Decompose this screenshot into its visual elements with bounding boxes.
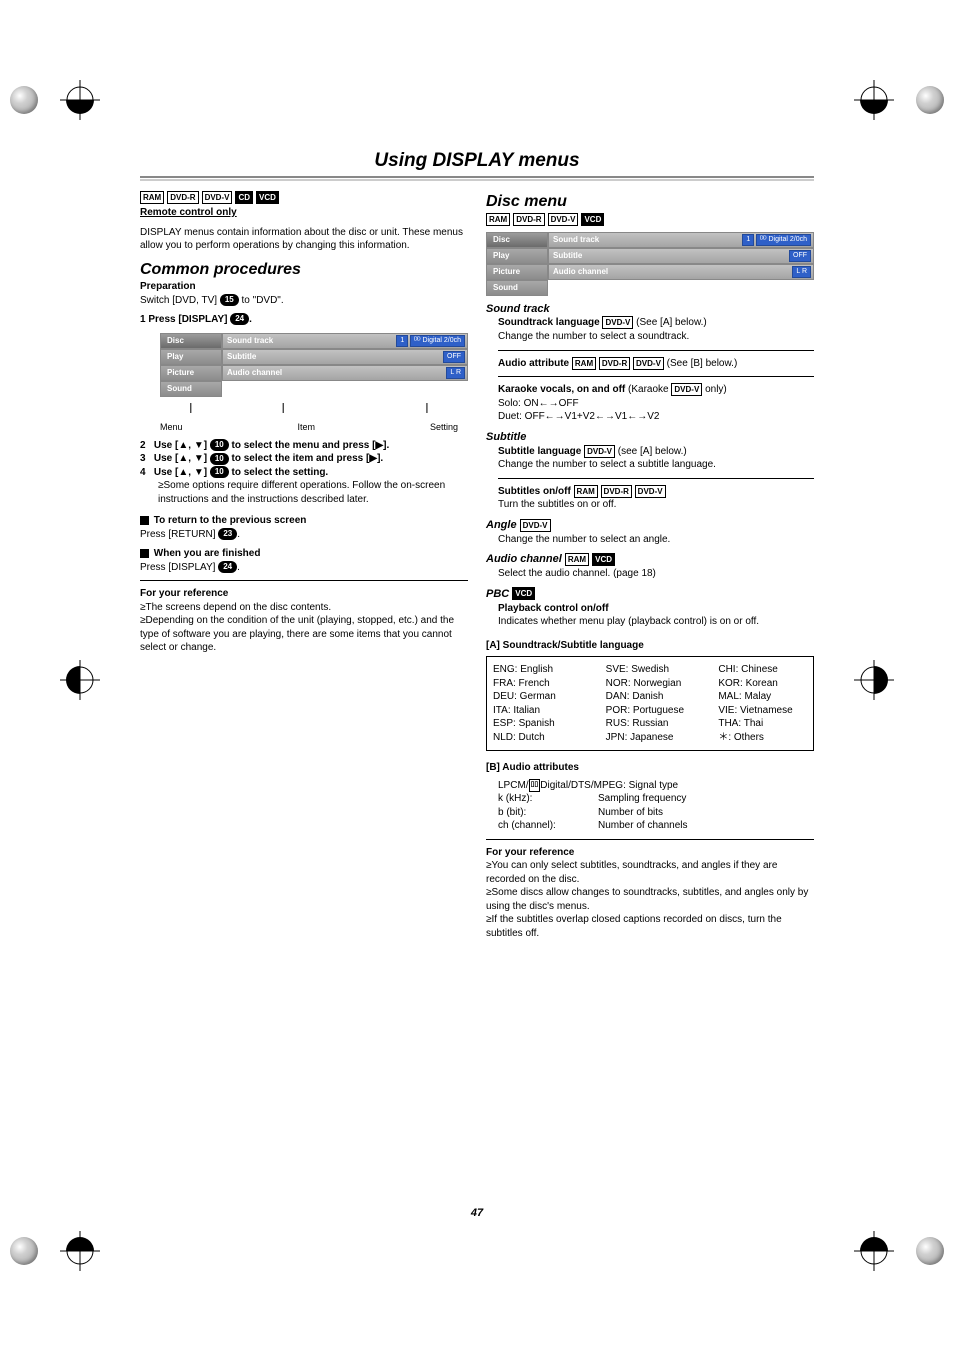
lang-col-3: CHI: ChineseKOR: KoreanMAL: MalayVIE: Vi… [718,663,807,744]
step-4-note: ≥Some options require different operatio… [158,479,468,506]
osd-diagram-2: Disc Play Picture Sound Sound track1ᴰᴰ D… [486,232,814,296]
intro-text: DISPLAY menus contain information about … [140,226,468,253]
attribute-table: LPCM/▯▯ Digital/DTS/MPEG: Signal type k … [498,779,814,833]
remote-only-note: Remote control only [140,206,468,220]
printer-ball-bl [10,1237,38,1265]
angle-body: Change the number to select an angle. [498,533,814,547]
fyr-r3: ≥If the subtitles overlap closed caption… [486,913,814,940]
osd-row-soundtrack: Sound track 1 ᴰᴰ Digital 2/0ch [222,333,468,349]
tag-dvdv: DVD-V [548,213,579,226]
angle-heading: Angle DVD-V [486,518,814,533]
osd-menu-play: Play [486,248,548,264]
osd-captions: Menu Item Setting [160,421,468,433]
section-b-heading: [B] Audio attributes [486,761,814,775]
tag-ram: RAM [140,191,164,204]
soundtrack-body: Soundtrack language DVD-V (See [A] below… [498,316,814,423]
osd-diagram: Disc Play Picture Sound Sound track 1 ᴰᴰ… [160,333,468,397]
osd-menu-disc: Disc [486,232,548,248]
page-title: Using DISPLAY menus [140,150,814,176]
lang-col-1: ENG: EnglishFRA: FrenchDEU: GermanITA: I… [493,663,582,744]
remote-key-24: 24 [218,561,237,573]
page-number: 47 [140,1207,814,1219]
tag-ram: RAM [486,213,510,226]
osd-row-audiochannel: Audio channel L R [222,365,468,381]
crop-mark [60,660,100,700]
step-1: 1 Press [DISPLAY] 24. [140,313,468,327]
osd-connector-lines [160,403,468,413]
step-3: 3 Use [▲, ▼] 10 to select the item and p… [140,452,468,466]
language-table: ENG: EnglishFRA: FrenchDEU: GermanITA: I… [486,656,814,751]
fyr-1: ≥The screens depend on the disc contents… [140,601,468,615]
dolby-digital-icon: ▯▯ [529,779,541,793]
osd-items-column: Sound track 1 ᴰᴰ Digital 2/0ch Subtitle … [222,333,468,397]
osd-menu-picture: Picture [486,264,548,280]
subtitle-body: Subtitle language DVD-V (see [A] below.)… [498,445,814,512]
divider [486,839,814,840]
osd-menu-sound: Sound [486,280,548,296]
preparation-label: Preparation [140,280,468,294]
remote-key-10: 10 [210,439,229,451]
tag-dvdv: DVD-V [202,191,233,204]
osd-cap-item: Item [297,421,315,433]
return-text: Press [RETURN] 23. [140,528,468,542]
crop-mark [60,80,100,120]
disc-type-tags-2: RAM DVD-R DVD-V VCD [486,213,814,226]
tag-dvdr: DVD-R [513,213,544,226]
crop-mark [854,80,894,120]
osd-menu-column: Disc Play Picture Sound [160,333,222,397]
osd-menu-play: Play [160,349,222,365]
left-column: RAM DVD-R DVD-V CD VCD Remote control on… [140,191,468,940]
remote-key-15: 15 [220,294,239,306]
pbc-heading: PBC VCD [486,587,814,602]
osd-row-subtitle: Subtitle OFF [222,349,468,365]
tag-vcd: VCD [581,213,604,226]
soundtrack-heading: Sound track [486,302,814,317]
step-2: 2 Use [▲, ▼] 10 to select the menu and p… [140,439,468,453]
page-content: Using DISPLAY menus RAM DVD-R DVD-V CD V… [140,150,814,1231]
title-rule [140,176,814,181]
osd-cap-setting: Setting [430,421,458,433]
disc-type-tags: RAM DVD-R DVD-V CD VCD [140,191,468,204]
osd-items-column: Sound track1ᴰᴰ Digital 2/0ch SubtitleOFF… [548,232,814,296]
fyr-r1: ≥You can only select subtitles, soundtra… [486,859,814,886]
tag-dvdr: DVD-R [167,191,198,204]
pbc-body: Playback control on/off Indicates whethe… [498,602,814,629]
fyr-heading: For your reference [140,587,468,601]
osd-menu-sound: Sound [160,381,222,397]
crop-mark [854,660,894,700]
section-a-heading: [A] Soundtrack/Subtitle language [486,639,814,653]
return-heading: To return to the previous screen [140,514,468,528]
osd-menu-picture: Picture [160,365,222,381]
fyr-heading-2: For your reference [486,846,814,860]
remote-key-10: 10 [210,453,229,465]
remote-key-10: 10 [210,466,229,478]
osd-menu-disc: Disc [160,333,222,349]
printer-ball-tr [916,86,944,114]
finished-heading: When you are finished [140,547,468,561]
printer-ball-tl [10,86,38,114]
common-procedures-heading: Common procedures [140,259,468,281]
tag-vcd: VCD [256,191,279,204]
osd-cap-menu: Menu [160,421,183,433]
fyr-r2: ≥Some discs allow changes to soundtracks… [486,886,814,913]
audio-channel-heading: Audio channel RAM VCD [486,552,814,567]
remote-key-24: 24 [230,313,249,325]
preparation-text: Switch [DVD, TV] 15 to "DVD". [140,294,468,308]
finished-text: Press [DISPLAY] 24. [140,561,468,575]
disc-menu-heading: Disc menu [486,191,814,213]
subtitle-heading: Subtitle [486,430,814,445]
divider [140,580,468,581]
remote-key-23: 23 [218,528,237,540]
osd-menu-column: Disc Play Picture Sound [486,232,548,296]
printer-ball-br [916,1237,944,1265]
right-column: Disc menu RAM DVD-R DVD-V VCD Disc Play … [486,191,814,940]
fyr-2: ≥Depending on the condition of the unit … [140,614,468,655]
audio-channel-body: Select the audio channel. (page 18) [498,567,814,581]
step-4: 4 Use [▲, ▼] 10 to select the setting. [140,466,468,480]
lang-col-2: SVE: SwedishNOR: NorwegianDAN: DanishPOR… [606,663,695,744]
tag-cd: CD [235,191,253,204]
crop-mark [854,1231,894,1271]
crop-mark [60,1231,100,1271]
